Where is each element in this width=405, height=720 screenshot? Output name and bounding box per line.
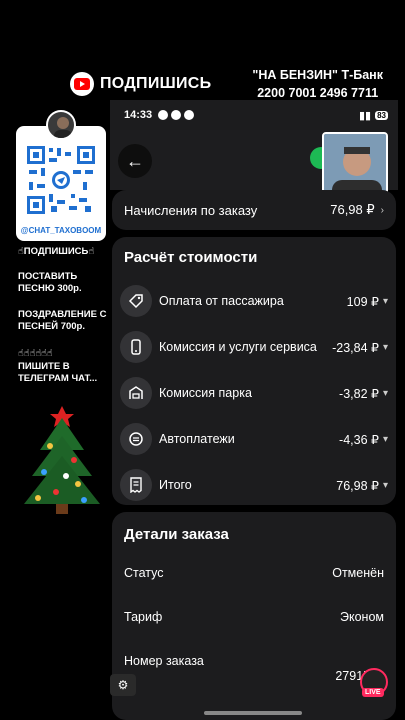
promo-song-price: ПОСТАВИТЬ ПЕСНЮ 300р. xyxy=(18,271,82,294)
chevron-down-icon: ▾ xyxy=(382,341,388,353)
christmas-tree-icon xyxy=(24,406,100,514)
details-row-order-number[interactable]: Номер заказа 27915 ❐ xyxy=(124,654,384,698)
youtube-icon xyxy=(70,72,94,96)
calc-row-park-commission[interactable]: Комиссия парка -3,82 ₽ ▾ xyxy=(120,371,388,415)
chevron-down-icon: ▾ xyxy=(382,433,388,445)
phone-icon xyxy=(120,331,152,363)
chevron-down-icon: ▾ xyxy=(382,479,388,491)
bank-name: "НА БЕНЗИН" Т-Банк xyxy=(252,68,383,82)
status-time: 14:33 xyxy=(124,109,153,121)
chevron-down-icon: ▾ xyxy=(382,295,388,307)
signal-icon: ▮▮ xyxy=(358,109,372,122)
calc-row-value: 109 ₽ xyxy=(346,294,379,309)
channel-avatar xyxy=(46,110,76,140)
calc-row-total[interactable]: Итого 76,98 ₽ ▾ xyxy=(120,463,388,507)
subscribe-label: ПОДПИШИСЬ xyxy=(100,75,212,92)
promo-pointers: ☝☝☝☝☝☝ xyxy=(18,348,53,359)
receipt-icon xyxy=(120,469,152,501)
calc-row-label: Итого xyxy=(159,478,192,492)
status-bar: 14:33 ▮▮ 83 xyxy=(110,100,398,130)
calc-row-label: Оплата от пассажира xyxy=(159,294,284,308)
accrual-label: Начисления по заказу xyxy=(124,202,258,218)
home-indicator[interactable] xyxy=(204,711,302,715)
chevron-down-icon: ▾ xyxy=(382,387,388,399)
notification-dot-icon xyxy=(184,110,195,120)
qr-card: @CHAT_TAXOBOOM xyxy=(16,126,106,241)
accrual-value: 76,98 ₽ xyxy=(330,202,375,217)
car-park-icon xyxy=(120,377,152,409)
calc-row-value: 76,98 ₽ xyxy=(336,478,379,493)
calc-row-label: Комиссия и услуги сервиса xyxy=(159,340,317,354)
details-row-status: Статус Отменён xyxy=(124,566,384,610)
donation-info: "НА БЕНЗИН" Т-Банк 2200 7001 2496 7711 xyxy=(252,66,383,102)
order-accrual-row[interactable]: Начисления по заказу 76,98 ₽ › xyxy=(112,190,396,230)
cost-calculation-title: Расчёт стоимости xyxy=(124,249,258,266)
subscribe-banner: ПОДПИШИСЬ xyxy=(70,72,211,96)
battery-level: 83 xyxy=(375,110,388,120)
tag-icon xyxy=(120,285,152,317)
calc-row-autopayments[interactable]: Автоплатежи -4,36 ₽ ▾ xyxy=(120,417,388,461)
system-icons: ▮▮ 83 xyxy=(359,109,388,122)
order-details-card: Детали заказа Статус Отменён Тариф Эконо… xyxy=(112,512,396,720)
promo-greeting-price: ПОЗДРАВЛЕНИЕ С ПЕСНЕЙ 700р. xyxy=(18,309,107,332)
calc-row-value: -4,36 ₽ xyxy=(339,432,379,447)
arrow-left-icon: ← xyxy=(126,150,144,171)
details-label: Тариф xyxy=(124,610,163,624)
qr-code xyxy=(25,144,97,216)
calc-row-value: -23,84 ₽ xyxy=(332,340,379,355)
details-label: Статус xyxy=(124,566,164,580)
calc-row-label: Комиссия парка xyxy=(159,386,252,400)
calc-row-service-commission[interactable]: Комиссия и услуги сервиса -23,84 ₽ ▾ xyxy=(120,325,388,369)
autopay-icon xyxy=(120,423,152,455)
calc-row-label: Автоплатежи xyxy=(159,432,235,446)
chevron-right-icon: › xyxy=(380,204,384,216)
calc-row-value: -3,82 ₽ xyxy=(339,386,379,401)
notification-dot-icon xyxy=(171,110,182,120)
gear-icon[interactable]: ⚙ xyxy=(110,674,136,696)
details-value: Эконом xyxy=(340,610,384,624)
calc-row-passenger-payment[interactable]: Оплата от пассажира 109 ₽ ▾ xyxy=(120,279,388,323)
details-value: Отменён xyxy=(332,566,384,580)
promo-telegram: ПИШИТЕ В ТЕЛЕГРАМ ЧАТ... xyxy=(18,361,98,384)
qr-handle: @CHAT_TAXOBOOM xyxy=(20,226,102,235)
order-details-title: Детали заказа xyxy=(124,526,229,543)
cost-calculation-card: Расчёт стоимости Оплата от пассажира 109… xyxy=(112,237,396,505)
phone-screen: 14:33 ▮▮ 83 ← Начисления по заказу 76,98… xyxy=(110,100,398,720)
back-button[interactable]: ← xyxy=(118,144,152,178)
notification-icons xyxy=(158,110,195,120)
promo-subscribe: ☝ПОДПИШИСЬ☝ xyxy=(18,246,95,257)
details-row-tariff: Тариф Эконом xyxy=(124,610,384,654)
notification-dot-icon xyxy=(158,110,169,120)
live-badge: LIVE xyxy=(362,688,384,697)
